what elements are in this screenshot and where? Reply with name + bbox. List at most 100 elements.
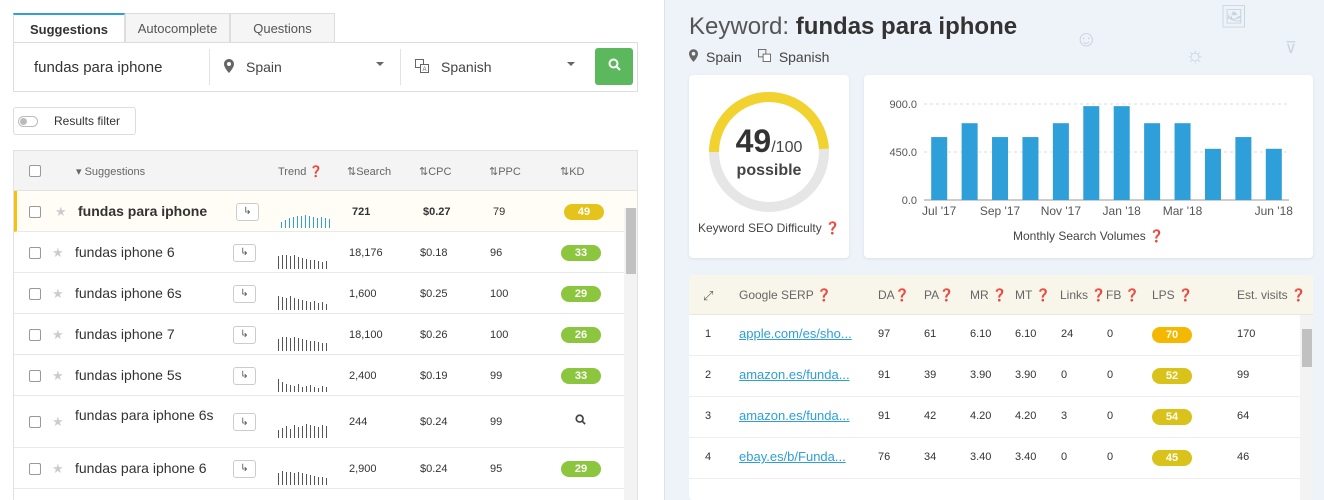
related-keywords-button[interactable]: ↳: [233, 284, 256, 303]
trend-bar: [298, 427, 299, 438]
links-value: 24: [1061, 328, 1074, 340]
serp-url-link[interactable]: apple.com/es/sho...: [739, 326, 852, 341]
star-icon[interactable]: ★: [52, 461, 64, 477]
trend-bar: [326, 386, 327, 392]
search-icon[interactable]: [575, 414, 586, 428]
scrollbar-thumb[interactable]: [1302, 329, 1312, 367]
header-ppc[interactable]: ⇅PPC: [489, 165, 521, 178]
keyword-text[interactable]: fundas iphone 5s: [75, 367, 215, 383]
trend-bar: [306, 473, 307, 485]
scrollbar-thumb[interactable]: [626, 208, 636, 274]
trend-bar: [278, 472, 279, 485]
location-select[interactable]: Spain: [210, 58, 400, 76]
keyword-text[interactable]: fundas para iphone: [78, 203, 218, 219]
pa-value: 39: [924, 369, 937, 381]
header-cpc[interactable]: ⇅CPC: [419, 165, 451, 178]
difficulty-max: /100: [771, 139, 803, 156]
trend-bar: [294, 472, 295, 485]
volume-bar[interactable]: [1052, 123, 1069, 200]
header-trend[interactable]: Trend ❓: [278, 165, 323, 178]
header-ppc-label: PPC: [498, 166, 521, 178]
pa-value: 34: [924, 451, 937, 463]
table-row[interactable]: ★ fundas para iphone 6s ↳ 244 $0.24 99: [14, 396, 637, 448]
star-icon[interactable]: ★: [52, 327, 64, 343]
search-button[interactable]: [595, 48, 633, 85]
volume-bar[interactable]: [992, 137, 1009, 200]
row-checkbox[interactable]: [29, 416, 41, 428]
row-checkbox[interactable]: [29, 369, 41, 382]
row-checkbox[interactable]: [29, 205, 41, 218]
tab-autocomplete[interactable]: Autocomplete: [125, 13, 231, 43]
kd-badge: 49: [564, 203, 604, 220]
tab-questions[interactable]: Questions: [230, 13, 336, 43]
star-icon[interactable]: ★: [52, 368, 64, 384]
keyword-text[interactable]: fundas para iphone 6: [75, 460, 215, 476]
serp-row[interactable]: 1 apple.com/es/sho... 97 61 6.10 6.10 24 0 70 170: [689, 315, 1313, 356]
table-row[interactable]: ★ fundas para iphone ↳ 721 $0.27 79 49: [14, 191, 637, 232]
volume-bar[interactable]: [1083, 106, 1100, 200]
title-keyword: fundas para iphone: [795, 13, 1018, 40]
keyword-text[interactable]: fundas iphone 6s: [75, 285, 215, 301]
volume-bar[interactable]: [1265, 148, 1282, 200]
expand-icon[interactable]: ⤢: [703, 288, 713, 304]
serp-row[interactable]: 3 amazon.es/funda... 91 42 4.20 4.20 3 0 54 64: [689, 397, 1313, 438]
related-keywords-button[interactable]: ↳: [233, 413, 256, 431]
volume-bar[interactable]: [1204, 148, 1221, 200]
volume-bar[interactable]: [1174, 123, 1191, 200]
trend-bar: [310, 259, 311, 269]
row-checkbox[interactable]: [29, 287, 41, 300]
table-row[interactable]: ★ fundas iphone 7 ↳ 18,100 $0.26 100 26: [14, 314, 637, 355]
volume-bar[interactable]: [1144, 123, 1161, 200]
related-keywords-button[interactable]: ↳: [233, 325, 256, 344]
difficulty-value: 49: [735, 123, 772, 159]
header-google-serp: Google SERP ❓: [739, 288, 832, 302]
star-icon[interactable]: ★: [52, 245, 64, 261]
related-keywords-button[interactable]: ↳: [233, 459, 256, 478]
row-checkbox[interactable]: [29, 328, 41, 341]
serp-url-link[interactable]: amazon.es/funda...: [739, 367, 850, 382]
related-keywords-button[interactable]: ↳: [233, 243, 256, 262]
row-checkbox[interactable]: [29, 246, 41, 259]
serp-url-link[interactable]: amazon.es/funda...: [739, 408, 850, 423]
ppc-value: 95: [490, 462, 503, 475]
table-row[interactable]: ★ fundas iphone 5s ↳ 2,400 $0.19 99 33: [14, 355, 637, 396]
header-search[interactable]: ⇅Search: [347, 165, 391, 178]
star-icon[interactable]: ★: [52, 414, 64, 430]
keyword-input[interactable]: fundas para iphone: [14, 59, 209, 76]
keyword-text[interactable]: fundas iphone 7: [75, 326, 215, 342]
star-icon[interactable]: ★: [55, 204, 67, 220]
tab-suggestions[interactable]: Suggestions: [13, 13, 126, 43]
search-volume: 2,400: [349, 369, 377, 382]
related-keywords-button[interactable]: ↳: [233, 366, 256, 385]
volume-bar[interactable]: [961, 123, 978, 200]
table-row[interactable]: ★ fundas iphone 6 ↳ 18,176 $0.18 96 33: [14, 232, 637, 273]
toggle-switch[interactable]: [18, 115, 38, 127]
trend-bar: [305, 214, 306, 228]
scrollbar[interactable]: [1300, 315, 1313, 500]
table-row[interactable]: ★ fundas para iphone 6 ↳ 2,900 $0.24 95 29: [14, 448, 637, 489]
volume-bar[interactable]: [1235, 137, 1252, 200]
select-all-checkbox[interactable]: [29, 165, 41, 177]
serp-row[interactable]: 4 ebay.es/b/Funda... 76 34 3.40 3.40 0 0 45 46: [689, 438, 1313, 479]
serp-url-link[interactable]: ebay.es/b/Funda...: [739, 449, 846, 464]
star-icon[interactable]: ★: [52, 286, 64, 302]
volume-bar[interactable]: [931, 137, 948, 200]
trend-bar: [290, 295, 291, 310]
table-row[interactable]: ★ fundas iphone 6s ↳ 1,600 $0.25 100 29: [14, 273, 637, 314]
volume-bar[interactable]: [1113, 106, 1130, 200]
related-keywords-button[interactable]: ↳: [236, 202, 259, 221]
keyword-text[interactable]: fundas iphone 6: [75, 244, 215, 260]
header-kd[interactable]: ⇅KD: [560, 165, 585, 178]
language-select[interactable]: A Spanish: [401, 58, 591, 76]
trend-bar: [282, 381, 283, 392]
trend-bar: [281, 221, 282, 228]
help-icon[interactable]: ❓: [1149, 229, 1164, 243]
serp-row[interactable]: 2 amazon.es/funda... 91 39 3.90 3.90 0 0 52 99: [689, 356, 1313, 397]
row-checkbox[interactable]: [29, 462, 41, 475]
keyword-text[interactable]: fundas para iphone 6s: [75, 408, 215, 423]
help-icon[interactable]: ❓: [825, 221, 840, 235]
scrollbar[interactable]: [624, 208, 637, 500]
volume-bar[interactable]: [1022, 137, 1039, 200]
header-suggestions[interactable]: ▾ Suggestions: [76, 165, 145, 178]
results-filter-toggle[interactable]: Results filter: [13, 107, 136, 135]
